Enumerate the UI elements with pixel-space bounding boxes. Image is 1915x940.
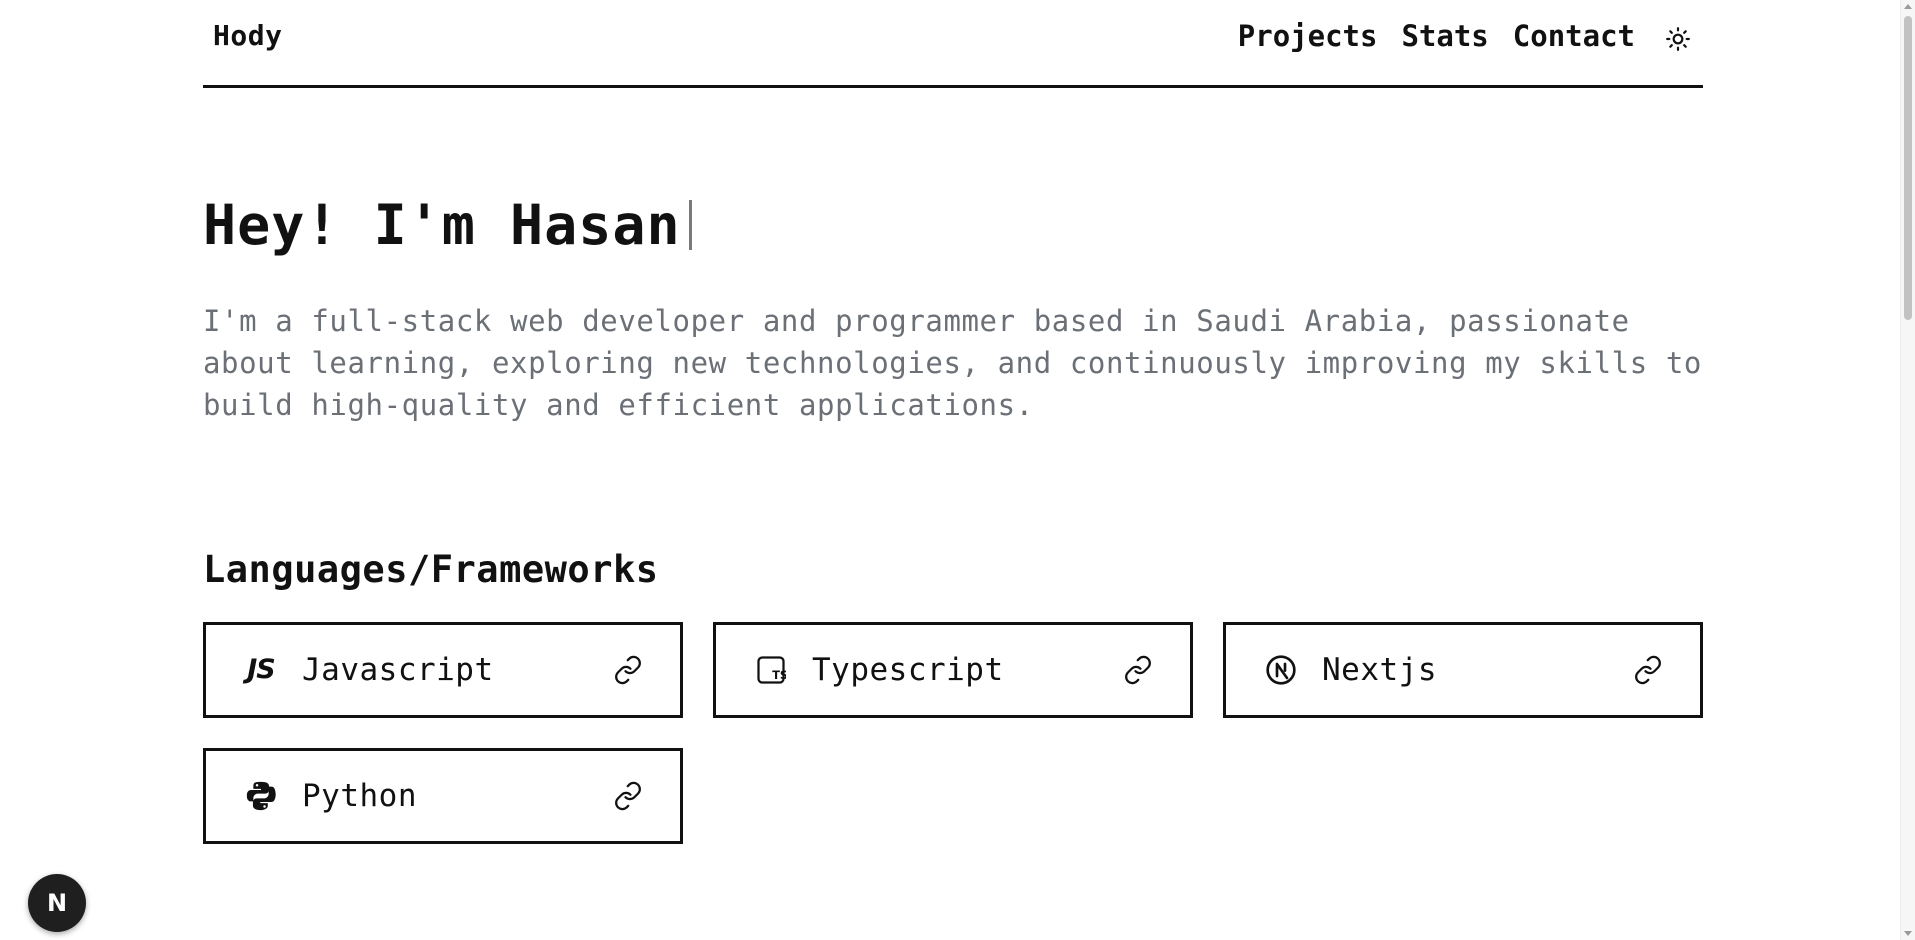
link-icon xyxy=(612,780,644,812)
link-icon xyxy=(612,654,644,686)
nav-stats[interactable]: Stats xyxy=(1401,19,1488,53)
typing-cursor xyxy=(688,200,692,250)
python-icon xyxy=(244,779,278,813)
sun-icon xyxy=(1666,26,1690,51)
skills-grid: JS Javascript TS Typescript xyxy=(203,621,1703,844)
skill-card-typescript[interactable]: TS Typescript xyxy=(713,621,1193,718)
hero-title-text: Hey! I'm Hasan xyxy=(203,193,681,257)
vertical-scrollbar[interactable] xyxy=(1900,0,1915,940)
scroll-down-arrow-icon[interactable] xyxy=(1904,931,1912,936)
scrollbar-thumb[interactable] xyxy=(1904,16,1912,320)
nextjs-dev-indicator-icon: N xyxy=(46,889,68,917)
skill-label: Javascript xyxy=(302,651,494,688)
theme-toggle-button[interactable] xyxy=(1663,24,1693,54)
skill-label: Typescript xyxy=(812,651,1004,688)
main-nav: Projects Stats Contact xyxy=(1238,18,1693,54)
hero-title: Hey! I'm Hasan xyxy=(203,190,1703,260)
skill-card-python[interactable]: Python xyxy=(203,747,683,844)
nextjs-icon xyxy=(1264,653,1298,687)
brand-logo[interactable]: Hody xyxy=(213,19,282,52)
link-icon xyxy=(1632,654,1664,686)
intro-paragraph: I'm a full-stack web developer and progr… xyxy=(203,304,1702,422)
link-icon xyxy=(1122,654,1154,686)
javascript-icon-text: JS xyxy=(247,654,275,686)
nav-projects[interactable]: Projects xyxy=(1238,19,1378,53)
nextjs-dev-indicator-button[interactable]: N xyxy=(28,874,86,932)
main-container: Hody Projects Stats Contact Hey! I'm Has… xyxy=(203,0,1703,844)
skill-card-nextjs[interactable]: Nextjs xyxy=(1223,621,1703,718)
skill-card-javascript[interactable]: JS Javascript xyxy=(203,621,683,718)
nav-contact[interactable]: Contact xyxy=(1513,19,1635,53)
skill-label: Nextjs xyxy=(1322,651,1437,688)
skills-section-title: Languages/Frameworks xyxy=(203,548,659,591)
typescript-icon-text: TS xyxy=(772,668,786,681)
skill-label: Python xyxy=(302,777,417,814)
site-header: Hody Projects Stats Contact xyxy=(203,0,1703,88)
typescript-icon: TS xyxy=(754,653,788,687)
scroll-up-arrow-icon[interactable] xyxy=(1904,4,1912,9)
javascript-icon: JS xyxy=(244,653,278,687)
page: Hody Projects Stats Contact Hey! I'm Has… xyxy=(0,0,1915,940)
